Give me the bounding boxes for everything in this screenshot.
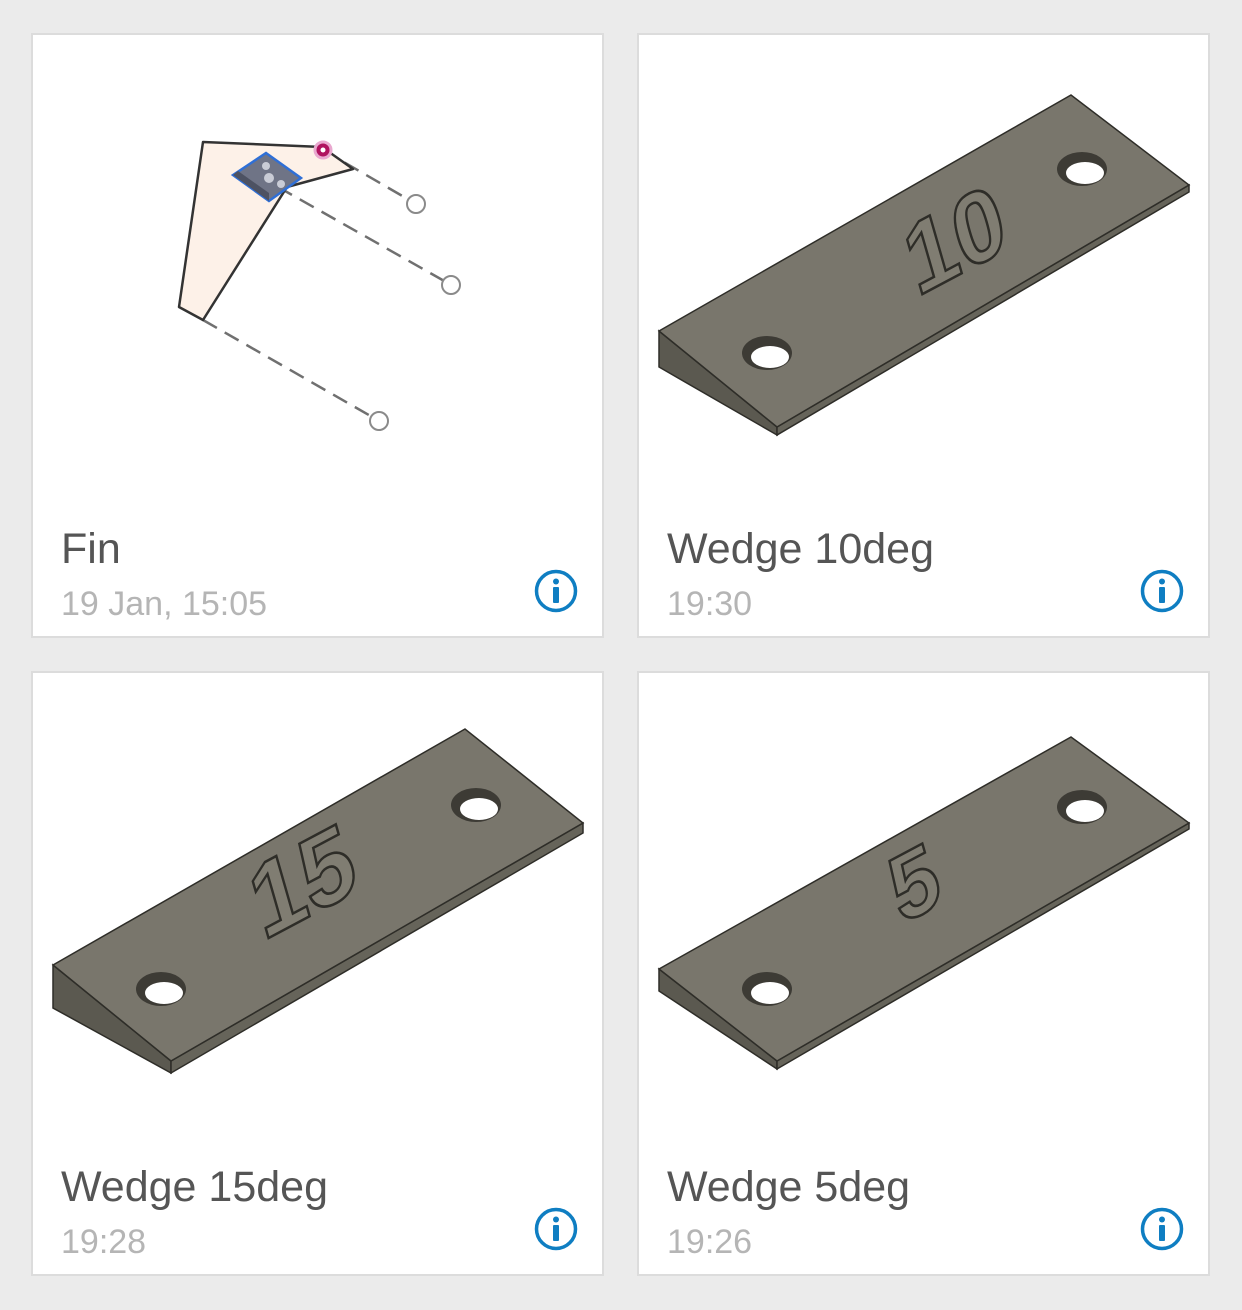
document-thumbnail[interactable]: 10	[639, 35, 1208, 505]
document-title: Fin	[61, 525, 121, 573]
document-card-wedge-15deg[interactable]: 15 Wedge 15deg 19:28	[31, 671, 604, 1276]
document-date: 19:28	[61, 1223, 147, 1261]
document-title: Wedge 5deg	[667, 1163, 911, 1211]
document-thumbnail[interactable]: 15	[33, 673, 602, 1143]
document-thumbnail[interactable]	[33, 35, 602, 505]
document-date: 19 Jan, 15:05	[61, 585, 268, 623]
document-date: 19:26	[667, 1223, 753, 1261]
document-card-wedge-5deg[interactable]: 5 Wedge 5deg 19:26	[637, 671, 1210, 1276]
document-card-fin[interactable]: Fin 19 Jan, 15:05	[31, 33, 604, 638]
document-title: Wedge 15deg	[61, 1163, 328, 1211]
document-thumbnail[interactable]: 5	[639, 673, 1208, 1143]
info-icon[interactable]	[1140, 569, 1184, 613]
document-date: 19:30	[667, 585, 753, 623]
document-grid: Fin 19 Jan, 15:05 10 Wedge 10deg 19:30 1…	[0, 0, 1242, 1310]
info-icon[interactable]	[534, 569, 578, 613]
wedge-part-thumbnail: 5	[657, 736, 1191, 1071]
fin-sketch-thumbnail	[177, 140, 461, 431]
info-icon[interactable]	[534, 1207, 578, 1251]
document-title: Wedge 10deg	[667, 525, 934, 573]
wedge-part-thumbnail: 15	[51, 728, 585, 1075]
info-icon[interactable]	[1140, 1207, 1184, 1251]
wedge-part-thumbnail: 10	[657, 94, 1191, 437]
document-card-wedge-10deg[interactable]: 10 Wedge 10deg 19:30	[637, 33, 1210, 638]
